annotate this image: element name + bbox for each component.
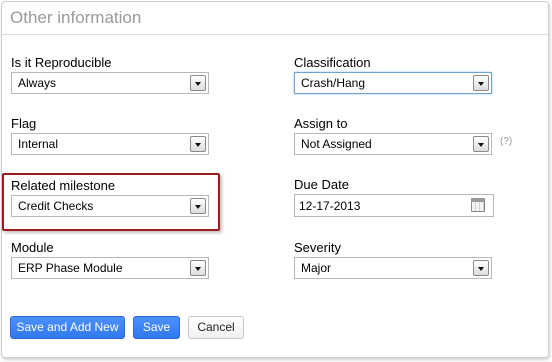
milestone-field: Related milestone Credit Checks bbox=[11, 178, 211, 220]
milestone-select[interactable]: Credit Checks bbox=[11, 195, 209, 217]
reproducible-field: Is it Reproducible Always bbox=[11, 55, 211, 97]
section-title: Other information bbox=[10, 8, 142, 27]
chevron-down-icon[interactable] bbox=[190, 75, 206, 91]
flag-label: Flag bbox=[11, 116, 37, 131]
module-field: Module ERP Phase Module bbox=[11, 240, 211, 282]
classification-value: Crash/Hang bbox=[301, 76, 366, 90]
severity-select[interactable]: Major bbox=[294, 257, 492, 279]
due-date-label: Due Date bbox=[294, 177, 349, 192]
module-select[interactable]: ERP Phase Module bbox=[11, 257, 209, 279]
classification-field: Classification Crash/Hang bbox=[294, 55, 494, 97]
module-label: Module bbox=[11, 240, 54, 255]
save-button[interactable]: Save bbox=[133, 316, 180, 339]
milestone-label: Related milestone bbox=[11, 178, 116, 193]
flag-field: Flag Internal bbox=[11, 116, 211, 158]
chevron-down-icon[interactable] bbox=[190, 260, 206, 276]
milestone-value: Credit Checks bbox=[18, 199, 94, 213]
section-header: Other information bbox=[2, 2, 548, 35]
severity-field: Severity Major bbox=[294, 240, 494, 282]
chevron-down-icon[interactable] bbox=[190, 136, 206, 152]
assign-to-value: Not Assigned bbox=[301, 137, 372, 151]
assign-to-field: Assign to Not Assigned (?) bbox=[294, 116, 524, 158]
classification-select[interactable]: Crash/Hang bbox=[294, 72, 492, 94]
due-date-field: Due Date 12-17-2013 bbox=[294, 177, 496, 219]
module-value: ERP Phase Module bbox=[18, 261, 123, 275]
calendar-icon[interactable] bbox=[471, 198, 485, 212]
due-date-value: 12-17-2013 bbox=[299, 199, 361, 213]
reproducible-value: Always bbox=[18, 76, 57, 90]
classification-label: Classification bbox=[294, 55, 371, 70]
assign-to-select[interactable]: Not Assigned bbox=[294, 133, 492, 155]
flag-select[interactable]: Internal bbox=[11, 133, 209, 155]
chevron-down-icon[interactable] bbox=[473, 136, 489, 152]
save-and-add-new-button[interactable]: Save and Add New bbox=[10, 316, 125, 339]
reproducible-select[interactable]: Always bbox=[11, 72, 209, 94]
help-icon[interactable]: (?) bbox=[500, 136, 512, 147]
severity-value: Major bbox=[301, 261, 332, 275]
chevron-down-icon[interactable] bbox=[190, 198, 206, 214]
chevron-down-icon[interactable] bbox=[473, 260, 489, 276]
cancel-button[interactable]: Cancel bbox=[188, 316, 244, 339]
chevron-down-icon[interactable] bbox=[473, 75, 489, 91]
assign-to-label: Assign to bbox=[294, 116, 348, 131]
due-date-input[interactable]: 12-17-2013 bbox=[294, 194, 494, 217]
severity-label: Severity bbox=[294, 240, 341, 255]
flag-value: Internal bbox=[18, 137, 59, 151]
reproducible-label: Is it Reproducible bbox=[11, 55, 112, 70]
